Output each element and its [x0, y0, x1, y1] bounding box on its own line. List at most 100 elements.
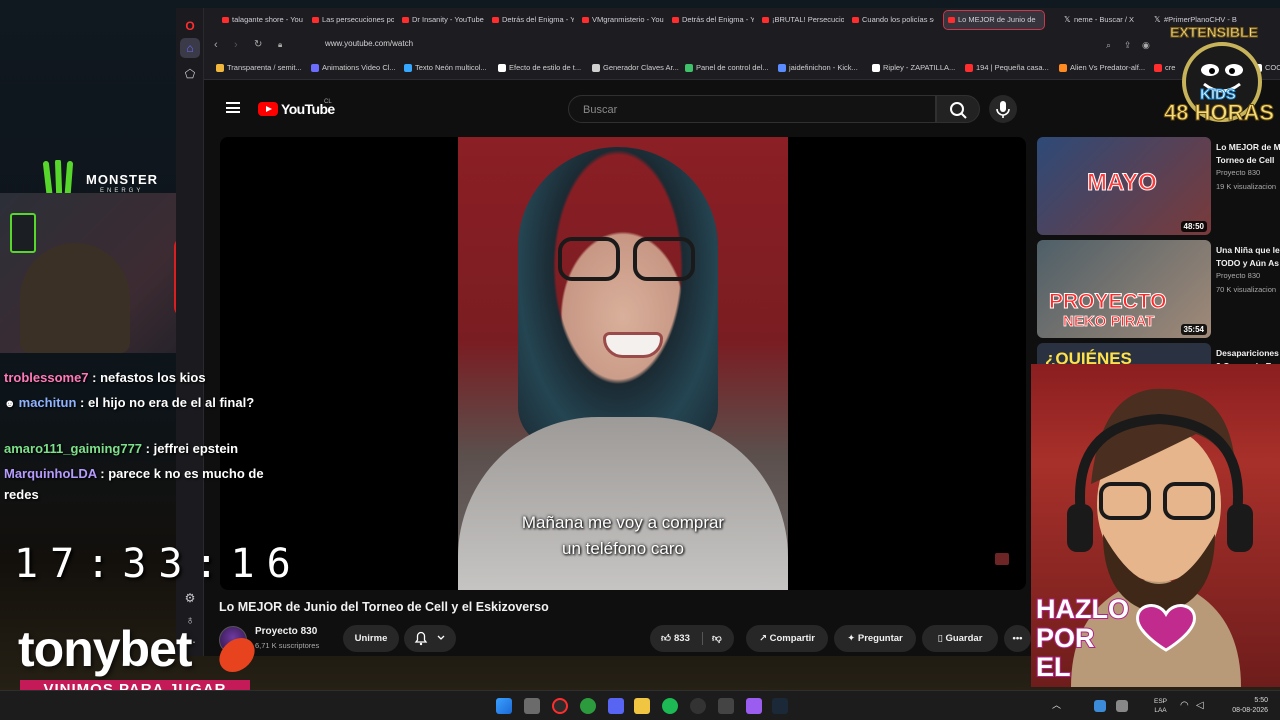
more-actions-button[interactable]: •••: [1004, 625, 1031, 652]
view-count: 19 K visualizacion: [1216, 182, 1277, 191]
join-button[interactable]: Unirme: [343, 625, 399, 652]
tab-0[interactable]: talagante shore - You: [218, 11, 304, 29]
gem-app-icon[interactable]: [746, 698, 762, 714]
voice-search-button[interactable]: [989, 95, 1017, 123]
tray-expand-icon[interactable]: ︿: [1052, 698, 1062, 714]
forward-icon[interactable]: ›: [234, 38, 238, 52]
video-duration: 48:50: [1180, 221, 1207, 232]
hamburger-menu-icon[interactable]: [226, 102, 240, 113]
channel-name[interactable]: Proyecto 830: [255, 626, 317, 637]
video-thumbnail[interactable]: PROYECTO NEKO PIRAT 35:54: [1037, 240, 1211, 338]
tab-5[interactable]: Detrás del Enigma - Y: [668, 11, 754, 29]
chat-message: ☻ machitun : el hijo no era de el al fin…: [4, 392, 266, 415]
system-clock[interactable]: 5:50 08-08-2026: [1212, 696, 1268, 716]
home-icon[interactable]: ⌂: [180, 38, 200, 58]
divider: [702, 632, 703, 645]
chat-username: amaro111_gaiming777: [4, 441, 143, 456]
thumbnail-text: MAYO: [1087, 169, 1158, 197]
tab-4[interactable]: VMgranmisterio - You: [578, 11, 664, 29]
opera-logo-icon[interactable]: O: [180, 16, 200, 36]
obs-icon[interactable]: [690, 698, 706, 714]
file-explorer-icon[interactable]: [634, 698, 650, 714]
bookmark-item[interactable]: Alien Vs Predator-alf...: [1059, 63, 1145, 72]
settings-icon[interactable]: ⚙: [180, 588, 200, 608]
channel-subscribers: 6,71 K suscriptores: [255, 641, 320, 650]
recommended-video[interactable]: PROYECTO NEKO PIRAT 35:54 Una Niña que l…: [1037, 240, 1280, 338]
share-icon[interactable]: ⇪: [1124, 38, 1132, 52]
youtube-favicon-icon: [852, 17, 859, 23]
badge-bottom-text: 48 HORAS: [1163, 100, 1275, 126]
tab-7[interactable]: Cuando los policías se: [848, 11, 934, 29]
channel-name[interactable]: Proyecto 830: [1216, 271, 1260, 280]
bookmark-item[interactable]: Transparenta / semit...: [216, 63, 302, 72]
bookmark-favicon-icon: [592, 64, 600, 72]
share-label: Compartir: [769, 633, 815, 644]
recommended-video[interactable]: MAYO 48:50 Lo MEJOR de M Torneo de Cell P…: [1037, 137, 1280, 235]
bookmark-label: Ripley - ZAPATILLA...: [883, 63, 956, 72]
url-field[interactable]: www.youtube.com/watch: [325, 39, 413, 48]
pinboard-icon[interactable]: ⬠: [180, 64, 200, 84]
steam-icon[interactable]: [772, 698, 788, 714]
channel-name[interactable]: Proyecto 830: [1216, 168, 1260, 177]
tab-active[interactable]: Lo MEJOR de Junio de: [943, 10, 1045, 30]
stream-clock: 17:33:16: [14, 541, 303, 587]
tab-2[interactable]: Dr Insanity - YouTube: [398, 11, 484, 29]
bookmark-item[interactable]: Panel de control del...: [685, 63, 769, 72]
save-button[interactable]: ▯ Guardar: [922, 625, 998, 652]
tab-1[interactable]: Las persecuciones po: [308, 11, 394, 29]
windows-start-icon[interactable]: [496, 698, 512, 714]
dislike-button[interactable]: 👎︎: [704, 625, 734, 652]
microphone-icon: [996, 101, 1010, 118]
reload-icon[interactable]: ↻: [254, 38, 262, 52]
sparkle-icon: ✦: [847, 633, 858, 644]
search-button[interactable]: [936, 95, 980, 123]
user-badge-icon: ☻: [4, 398, 19, 410]
youtube-favicon-icon: [402, 17, 409, 23]
tray-app-icon[interactable]: [1094, 700, 1106, 712]
channel-watermark-icon[interactable]: [995, 553, 1009, 565]
tab-3[interactable]: Detrás del Enigma - Y: [488, 11, 574, 29]
bookmark-item[interactable]: Efecto de estilo de t...: [498, 63, 581, 72]
windows-taskbar: ︿ ESP LAA ◠ ◁ 5:50 08-08-2026: [0, 690, 1280, 720]
video-duration: 35:54: [1180, 324, 1207, 335]
search-page-icon[interactable]: ⌕: [1106, 38, 1111, 52]
opera-browser-icon[interactable]: [552, 698, 568, 714]
tray-app-icon[interactable]: [1116, 700, 1128, 712]
discord-icon[interactable]: [608, 698, 624, 714]
ask-button[interactable]: ✦ Preguntar: [834, 625, 916, 652]
language-indicator[interactable]: ESP LAA: [1154, 697, 1167, 715]
tab-label: Las persecuciones po: [322, 15, 394, 24]
search-input[interactable]: [583, 103, 883, 117]
bookmark-item[interactable]: Animations Video Cl...: [311, 63, 396, 72]
search-box[interactable]: [568, 95, 936, 123]
tab-label: talagante shore - You: [232, 15, 303, 24]
bookmark-item[interactable]: 194 | Pequeña casa...: [965, 63, 1049, 72]
bookmark-item[interactable]: Generador Claves Ar...: [592, 63, 679, 72]
wifi-icon[interactable]: ◠: [1180, 700, 1192, 712]
bookmark-label: Transparenta / semit...: [227, 63, 302, 72]
chat-text: : jeffrei epstein: [142, 441, 239, 456]
bookmark-label: Generador Claves Ar...: [603, 63, 679, 72]
video-title: Lo MEJOR de Junio del Torneo de Cell y e…: [219, 600, 549, 614]
like-button[interactable]: 👍︎ 833: [650, 625, 700, 652]
back-icon[interactable]: ‹: [214, 38, 218, 52]
camera-icon[interactable]: ◉: [1142, 38, 1150, 52]
video-player[interactable]: Mañana me voy a comprar un teléfono caro: [220, 137, 1026, 590]
lock-icon: 🔒︎: [278, 40, 283, 49]
video-thumbnail[interactable]: MAYO 48:50: [1037, 137, 1211, 235]
spotify-icon[interactable]: [662, 698, 678, 714]
tab-9[interactable]: 𝕏neme - Buscar / X: [1060, 11, 1146, 29]
volume-icon[interactable]: ◁: [1196, 700, 1208, 712]
xbox-icon[interactable]: [580, 698, 596, 714]
bookmark-item[interactable]: jaidefinichon - Kick...: [778, 63, 858, 72]
sponsor-logo: tonybet: [18, 621, 193, 677]
youtube-logo-icon[interactable]: [258, 102, 278, 116]
bookmark-label: Panel de control del...: [696, 63, 769, 72]
bookmark-item[interactable]: Ripley - ZAPATILLA...: [872, 63, 955, 72]
app-icon[interactable]: [718, 698, 734, 714]
notifications-button[interactable]: [404, 625, 456, 652]
task-view-icon[interactable]: [524, 698, 540, 714]
share-button[interactable]: ↗ Compartir: [746, 625, 828, 652]
bookmark-item[interactable]: Texto Neón multicol...: [404, 63, 487, 72]
tab-6[interactable]: ¡BRUTAL! Persecucion: [758, 11, 844, 29]
